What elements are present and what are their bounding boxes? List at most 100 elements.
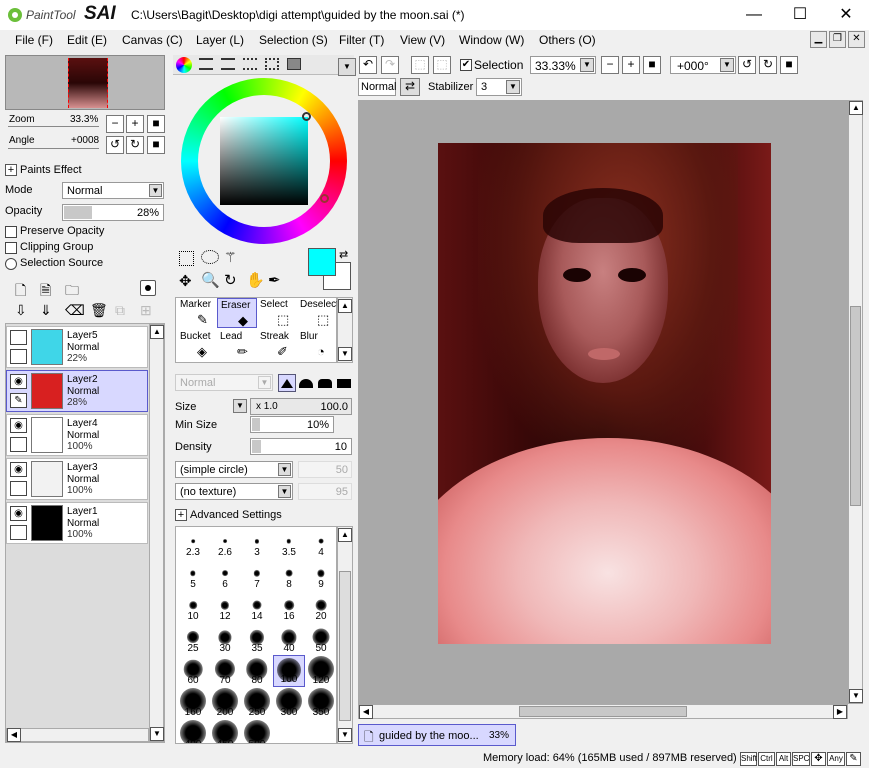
tool-bucket[interactable]: Bucket ◈ [177, 330, 217, 360]
eye-icon[interactable]: ◉ [10, 506, 27, 521]
brush-size-item[interactable]: 80 [241, 655, 273, 687]
scroll-down-icon[interactable]: ▼ [338, 728, 352, 742]
lock-toggle[interactable] [10, 349, 27, 364]
undo-icon[interactable]: ↶ [359, 56, 377, 74]
brush-shape-strength[interactable]: 50 [298, 461, 352, 478]
layer-list-hscrollbar[interactable]: ◀ [6, 728, 149, 742]
edge-max-icon[interactable] [337, 379, 351, 388]
hsv-sliders-tab-icon[interactable] [221, 58, 235, 70]
rect-select-icon[interactable] [179, 251, 194, 266]
minimize-button[interactable]: — [731, 0, 777, 30]
brush-texture-strength[interactable]: 95 [298, 483, 352, 500]
eye-icon[interactable]: ◉ [10, 462, 27, 477]
close-button[interactable]: ✕ [823, 0, 869, 30]
clipping-group-checkbox[interactable] [5, 242, 17, 254]
edge-medium-icon[interactable] [299, 379, 313, 388]
preserve-opacity-checkbox[interactable] [5, 226, 17, 238]
layer-properties-icon[interactable]: ⊞ [140, 302, 152, 319]
brush-size-item[interactable]: 400 [177, 719, 209, 743]
pencil-icon[interactable]: ✎ [10, 393, 27, 408]
brush-size-item[interactable]: 70 [209, 655, 241, 687]
menu-file[interactable]: File (F) [15, 33, 53, 47]
brush-size-item[interactable]: 300 [273, 687, 305, 719]
zoom-reset-button[interactable]: ■ [147, 115, 165, 133]
scroll-left-icon[interactable]: ◀ [359, 705, 373, 719]
scroll-down-icon[interactable]: ▼ [150, 727, 164, 741]
rotate-icon[interactable]: ↻ [224, 271, 237, 289]
hue-ring[interactable] [181, 78, 347, 244]
paints-effect-label[interactable]: Paints Effect [20, 164, 82, 176]
mdi-restore-button[interactable]: ❐ [829, 31, 846, 48]
canvas-vscrollbar[interactable]: ▲ ▼ [848, 100, 863, 704]
stabilizer-select[interactable]: 3 ▼ [476, 78, 522, 96]
layer-mask-icon[interactable] [140, 280, 156, 296]
brush-size-scrollbar[interactable]: ▲ ▼ [337, 526, 353, 744]
edge-hard-icon[interactable] [318, 379, 332, 388]
brush-size-item[interactable]: 12 [209, 591, 241, 623]
tool-select[interactable]: Select ⬚ [257, 298, 297, 328]
canvas-viewport[interactable] [358, 100, 848, 704]
navigator-preview[interactable] [5, 55, 165, 110]
menu-filter[interactable]: Filter (T) [339, 33, 384, 47]
foreground-color-swatch[interactable] [308, 248, 336, 276]
brush-size-item[interactable]: 30 [209, 623, 241, 655]
move-icon[interactable]: ✥ [179, 272, 192, 290]
canvas-mode-select[interactable]: Normal [358, 78, 396, 96]
invert-selection-icon[interactable]: ⬚ [433, 56, 451, 74]
brush-size-item[interactable]: 350 [305, 687, 336, 719]
brush-shape-select[interactable]: (simple circle) ▼ [175, 461, 293, 478]
new-layer-icon[interactable]: 🗋 [15, 280, 26, 304]
mdi-close-button[interactable]: ✕ [848, 31, 865, 48]
scroll-thumb[interactable] [519, 706, 687, 717]
scroll-up-icon[interactable]: ▲ [338, 299, 352, 313]
menu-canvas[interactable]: Canvas (C) [122, 33, 183, 47]
menu-view[interactable]: View (V) [400, 33, 445, 47]
rotation-select[interactable]: +000° ▼ [670, 56, 736, 74]
brush-size-item[interactable]: 2.6 [209, 527, 241, 559]
brush-size-item[interactable]: 35 [241, 623, 273, 655]
tool-lead[interactable]: Lead ✏ [217, 330, 257, 360]
opacity-slider[interactable]: 28% [62, 204, 164, 221]
brush-size-item[interactable]: 9 [305, 559, 336, 591]
angle-slider[interactable] [8, 148, 99, 149]
deselect-icon[interactable]: ⬚ [411, 56, 429, 74]
magic-wand-icon[interactable]: ⚚ [224, 249, 237, 266]
color-swatches-tab-icon[interactable] [243, 58, 257, 70]
brush-size-item[interactable]: 16 [273, 591, 305, 623]
brush-size-item[interactable]: 25 [177, 623, 209, 655]
clear-layer-icon[interactable]: ⌫ [65, 302, 85, 319]
expand-icon[interactable]: + [5, 164, 17, 176]
flip-canvas-icon[interactable]: ⇄ [400, 78, 420, 96]
scroll-up-icon[interactable]: ▲ [150, 325, 164, 339]
canvas-rotate-left-button[interactable]: ↺ [738, 56, 756, 74]
hand-icon[interactable]: ✋ [246, 271, 265, 289]
selection-source-radio[interactable] [5, 258, 17, 270]
expand-icon[interactable]: + [175, 509, 187, 521]
tool-eraser[interactable]: Eraser ◆ [217, 298, 257, 328]
tool-palette-scrollbar[interactable]: ▲ ▼ [337, 297, 353, 363]
eye-icon[interactable]: ◉ [10, 418, 27, 433]
zoom-slider[interactable] [8, 126, 99, 127]
menu-window[interactable]: Window (W) [459, 33, 524, 47]
panel-menu-dropdown-icon[interactable]: ▼ [338, 58, 356, 76]
rotate-reset-button[interactable]: ■ [147, 136, 165, 154]
density-slider[interactable]: 10 [250, 438, 352, 455]
menu-others[interactable]: Others (O) [539, 33, 596, 47]
scroll-up-icon[interactable]: ▲ [849, 101, 863, 115]
canvas-rotate-right-button[interactable]: ↻ [759, 56, 777, 74]
brush-size-item[interactable]: 4 [305, 527, 336, 559]
brush-size-item[interactable]: 5 [177, 559, 209, 591]
brush-size-item[interactable]: 100 [273, 655, 305, 687]
scroll-thumb[interactable] [850, 306, 861, 506]
transfer-down-icon[interactable]: ⇩ [15, 302, 27, 319]
lock-toggle[interactable] [10, 525, 27, 540]
scroll-down-icon[interactable]: ▼ [849, 689, 863, 703]
canvas-rotate-reset-button[interactable]: ■ [780, 56, 798, 74]
scroll-up-icon[interactable]: ▲ [338, 528, 352, 542]
layer-item[interactable]: ◉ Layer3 Normal 100% [6, 458, 148, 500]
scroll-thumb[interactable] [339, 571, 351, 721]
brush-size-item[interactable]: 7 [241, 559, 273, 591]
zoom-select[interactable]: 33.33% ▼ [530, 56, 596, 74]
eyedropper-icon[interactable]: ✒ [268, 271, 281, 289]
scroll-right-icon[interactable]: ▶ [833, 705, 847, 719]
